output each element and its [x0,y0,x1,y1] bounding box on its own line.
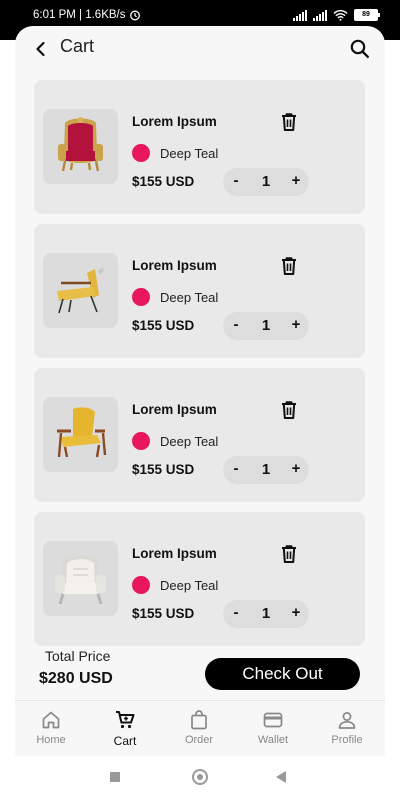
status-right: 89 [293,9,380,21]
product-name: Lorem Ipsum [132,114,217,129]
nav-label: Home [36,734,66,746]
product-image-yellow-armchair [43,397,118,472]
product-image-red-throne-chair [43,109,118,184]
cart-icon [116,711,135,729]
back-icon[interactable] [276,771,286,783]
product-name: Lorem Ipsum [132,258,217,273]
battery-icon: 89 [354,9,380,21]
recents-icon[interactable] [110,772,120,782]
home-icon [42,711,60,729]
wifi-icon [333,10,348,21]
header: Cart [15,26,385,74]
nav-label: Cart [113,734,137,748]
checkout-button[interactable]: Check Out [205,658,360,690]
quantity-stepper: - 1 + [223,312,309,340]
color-swatch [132,432,150,450]
product-name: Lorem Ipsum [132,402,217,417]
nav-label: Order [184,734,214,746]
decrease-button[interactable]: - [229,316,243,333]
total-price-label: Total Price [45,648,111,664]
product-price: $155 USD [132,318,195,333]
trash-icon[interactable] [278,543,300,565]
quantity-stepper: - 1 + [223,600,309,628]
product-image-white-baroque-chair [43,541,118,616]
color-swatch [132,144,150,162]
bottom-nav: Home Cart Order Wallet Profile [15,700,385,756]
color-name: Deep Teal [160,146,219,161]
profile-icon [338,712,356,729]
increase-button[interactable]: + [289,460,303,477]
cart-item: Lorem Ipsum Deep Teal $155 USD - 1 + [34,224,365,358]
quantity-stepper: - 1 + [223,168,309,196]
bag-icon [191,710,207,730]
signal-icon [293,9,307,21]
product-price: $155 USD [132,174,195,189]
cart-item: Lorem Ipsum Deep Teal $155 USD - 1 + [34,368,365,502]
cart-item: Lorem Ipsum Deep Teal $155 USD - 1 + [34,512,365,646]
total-price-value: $280 USD [39,670,113,687]
quantity-value: 1 [261,605,271,622]
system-nav-bar [0,756,400,800]
color-name: Deep Teal [160,578,219,593]
decrease-button[interactable]: - [229,172,243,189]
status-left: 6:01 PM | 1.6KB/s [33,9,141,21]
cart-screen: Cart Lorem Ipsum Deep Teal $155 USD - 1 [15,26,385,756]
wallet-icon [263,712,283,728]
product-price: $155 USD [132,606,195,621]
trash-icon[interactable] [278,255,300,277]
nav-item-profile[interactable]: Profile [317,709,377,746]
nav-item-wallet[interactable]: Wallet [243,709,303,746]
search-icon[interactable] [349,38,371,60]
product-name: Lorem Ipsum [132,546,217,561]
nav-item-cart[interactable]: Cart [95,709,155,748]
quantity-value: 1 [261,317,271,334]
quantity-value: 1 [261,173,271,190]
color-name: Deep Teal [160,290,219,305]
nav-label: Wallet [257,734,289,746]
color-swatch [132,576,150,594]
quantity-stepper: - 1 + [223,456,309,484]
product-image-yellow-lounge-chair [43,253,118,328]
color-name: Deep Teal [160,434,219,449]
page-title: Cart [60,36,95,56]
trash-icon[interactable] [278,399,300,421]
status-time: 6:01 PM | 1.6KB/s [33,9,126,21]
cart-item: Lorem Ipsum Deep Teal $155 USD - 1 + [34,80,365,214]
decrease-button[interactable]: - [229,460,243,477]
increase-button[interactable]: + [289,316,303,333]
nav-label: Profile [331,734,363,746]
color-swatch [132,288,150,306]
alarm-icon [130,10,141,21]
trash-icon[interactable] [278,111,300,133]
quantity-value: 1 [261,461,271,478]
product-price: $155 USD [132,462,195,477]
decrease-button[interactable]: - [229,604,243,621]
signal-icon-2 [313,9,327,21]
nav-item-order[interactable]: Order [169,709,229,746]
increase-button[interactable]: + [289,172,303,189]
back-arrow-icon[interactable] [31,39,51,59]
home-button-icon[interactable] [192,769,208,785]
increase-button[interactable]: + [289,604,303,621]
nav-item-home[interactable]: Home [21,709,81,746]
